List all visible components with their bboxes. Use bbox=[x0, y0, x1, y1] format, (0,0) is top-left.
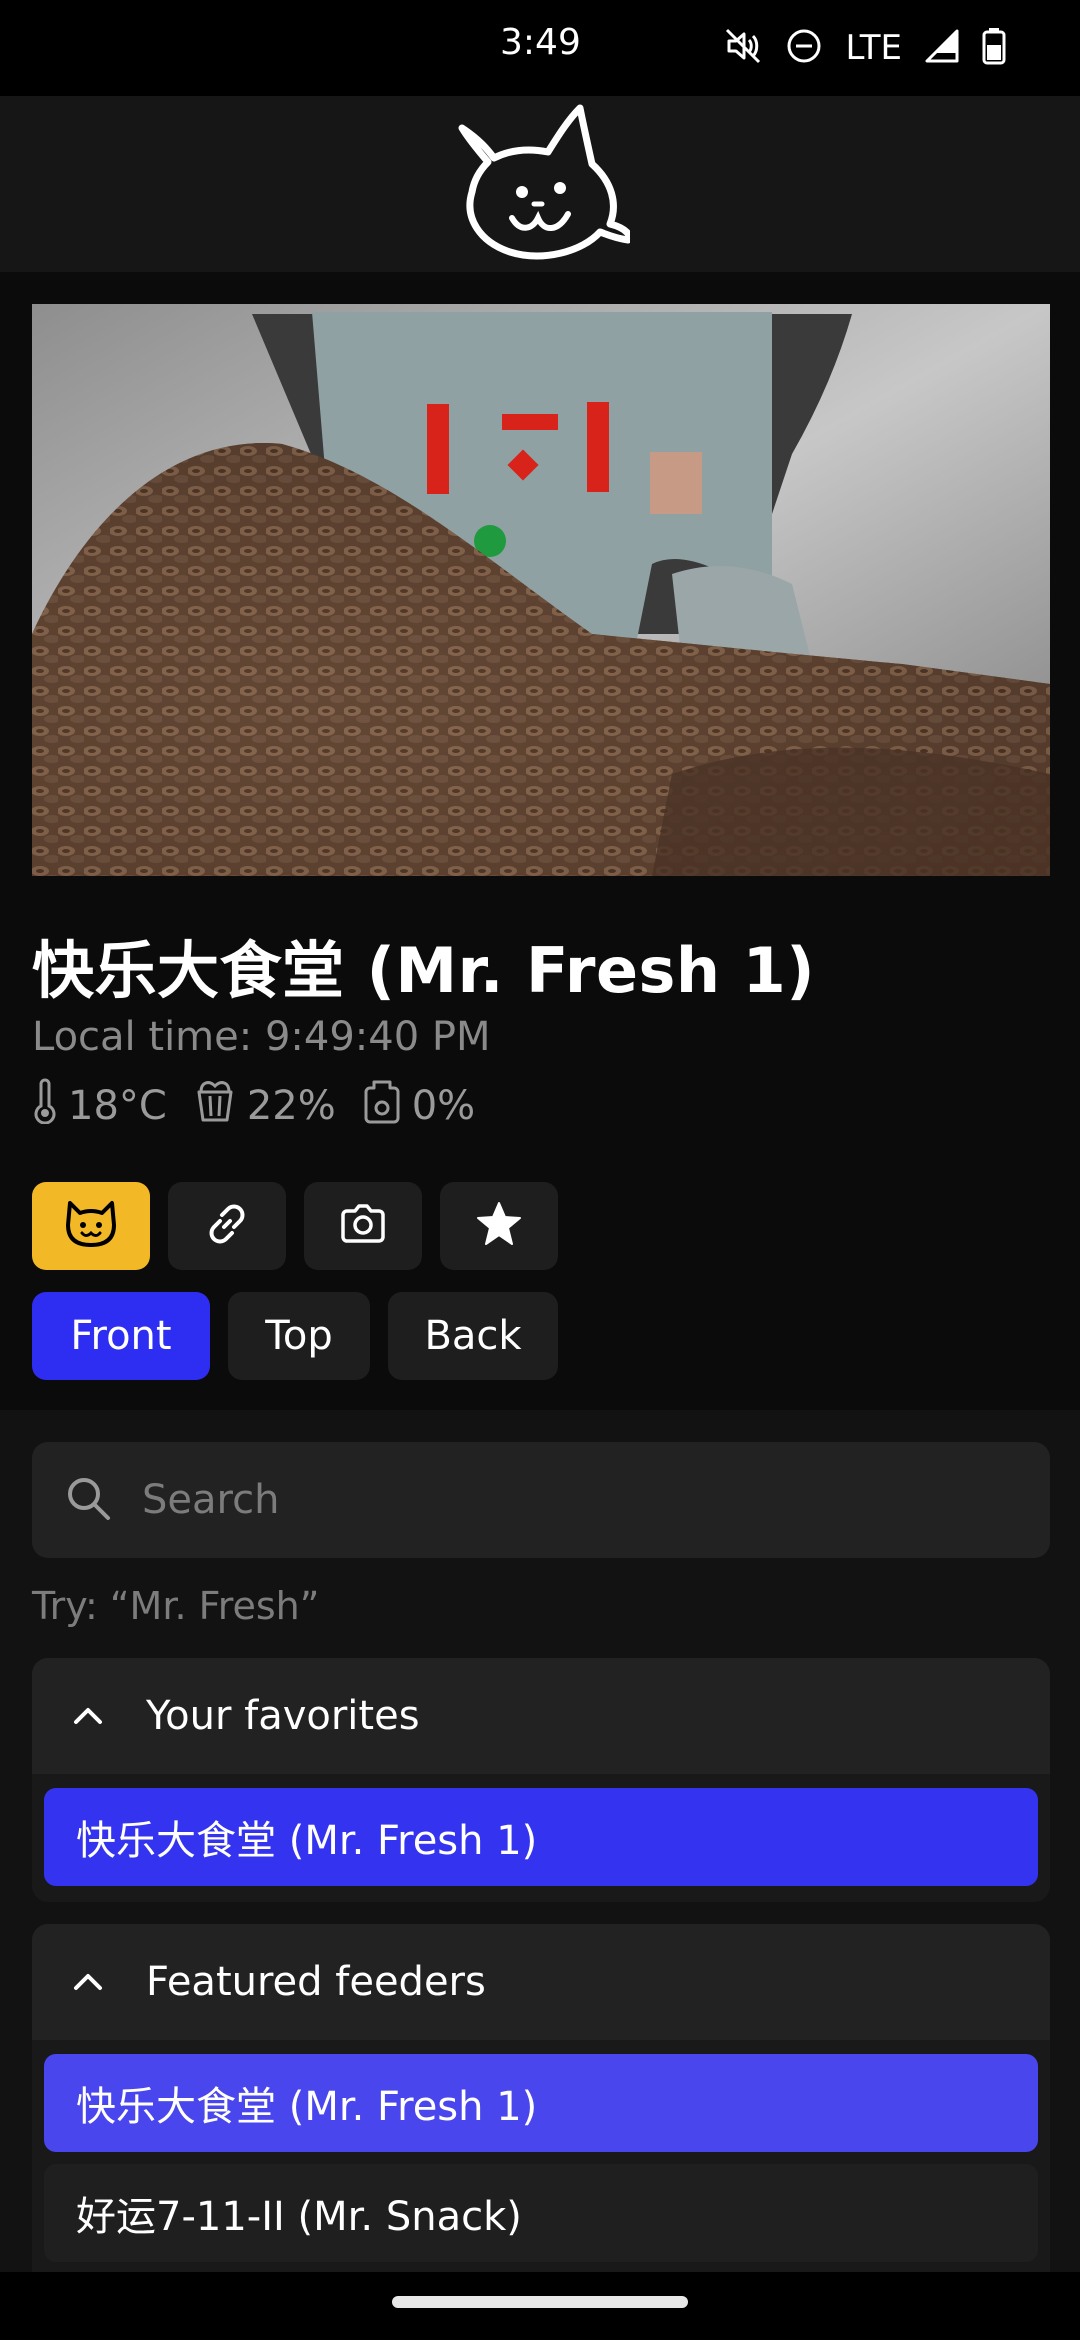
thermometer-icon bbox=[32, 1078, 58, 1134]
top-view-button[interactable]: Top bbox=[228, 1292, 370, 1380]
favorite-button[interactable] bbox=[440, 1182, 558, 1270]
local-time: Local time: 9:49:40 PM bbox=[32, 1014, 491, 1060]
snapshot-button[interactable] bbox=[304, 1182, 422, 1270]
search-hint: Try: “Mr. Fresh” bbox=[32, 1584, 320, 1628]
battery-icon bbox=[982, 27, 1006, 69]
camera-view-selector: Front Top Back bbox=[32, 1292, 558, 1380]
camera-feed[interactable] bbox=[32, 304, 1050, 876]
favorite-item[interactable]: 快乐大食堂 (Mr. Fresh 1) bbox=[44, 1788, 1038, 1886]
battery-level-icon bbox=[362, 1078, 402, 1134]
feeder-panel: 快乐大食堂 (Mr. Fresh 1) Local time: 9:49:40 … bbox=[0, 272, 1080, 1410]
battery-level-value: 0% bbox=[411, 1083, 476, 1129]
home-indicator[interactable] bbox=[392, 2296, 688, 2308]
featured-item[interactable]: 好运7-11-II (Mr. Snack) bbox=[44, 2164, 1038, 2262]
featured-title: Featured feeders bbox=[146, 1959, 486, 2005]
featured-header[interactable]: Featured feeders bbox=[32, 1924, 1050, 2040]
featured-item[interactable]: 快乐大食堂 (Mr. Fresh 1) bbox=[44, 2054, 1038, 2152]
favorites-section: Your favorites 快乐大食堂 (Mr. Fresh 1) bbox=[32, 1658, 1050, 1902]
feeder-stats: 18°C 22% 0% bbox=[32, 1078, 501, 1134]
temperature-stat: 18°C bbox=[32, 1078, 167, 1134]
app-header bbox=[0, 96, 1080, 272]
share-link-button[interactable] bbox=[168, 1182, 286, 1270]
front-view-button[interactable]: Front bbox=[32, 1292, 210, 1380]
signal-icon bbox=[924, 28, 960, 68]
temperature-value: 18°C bbox=[68, 1083, 167, 1129]
search-input[interactable] bbox=[142, 1477, 1002, 1523]
back-view-button[interactable]: Back bbox=[388, 1292, 558, 1380]
star-icon bbox=[474, 1200, 524, 1252]
action-buttons bbox=[32, 1182, 558, 1270]
featured-section: Featured feeders 快乐大食堂 (Mr. Fresh 1) 好运7… bbox=[32, 1924, 1050, 2272]
food-level-value: 22% bbox=[246, 1083, 336, 1129]
link-icon bbox=[204, 1201, 250, 1251]
favorites-header[interactable]: Your favorites bbox=[32, 1658, 1050, 1774]
search-box[interactable] bbox=[32, 1442, 1050, 1558]
search-icon bbox=[64, 1474, 112, 1526]
mute-icon bbox=[723, 26, 763, 70]
favorites-title: Your favorites bbox=[146, 1693, 420, 1739]
chevron-up-icon bbox=[70, 1970, 106, 1994]
battery-stat: 0% bbox=[362, 1078, 475, 1134]
do-not-disturb-icon bbox=[785, 27, 823, 69]
cat-face-icon bbox=[64, 1199, 118, 1253]
navigation-bar bbox=[0, 2272, 1080, 2340]
food-level-stat: 22% bbox=[193, 1078, 336, 1134]
camera-icon bbox=[339, 1203, 387, 1249]
feeder-title: 快乐大食堂 (Mr. Fresh 1) bbox=[32, 934, 816, 1007]
status-icons: LTE bbox=[723, 24, 1006, 72]
network-type: LTE bbox=[845, 28, 902, 68]
status-bar: 3:49 LTE bbox=[0, 0, 1080, 96]
feeder-browser: Try: “Mr. Fresh” Your favorites 快乐大食堂 (M… bbox=[0, 1410, 1080, 2272]
chevron-up-icon bbox=[70, 1704, 106, 1728]
cat-logo-icon[interactable] bbox=[450, 100, 633, 268]
food-bowl-icon bbox=[193, 1078, 237, 1134]
status-time: 3:49 bbox=[500, 22, 581, 63]
cat-mode-button[interactable] bbox=[32, 1182, 150, 1270]
